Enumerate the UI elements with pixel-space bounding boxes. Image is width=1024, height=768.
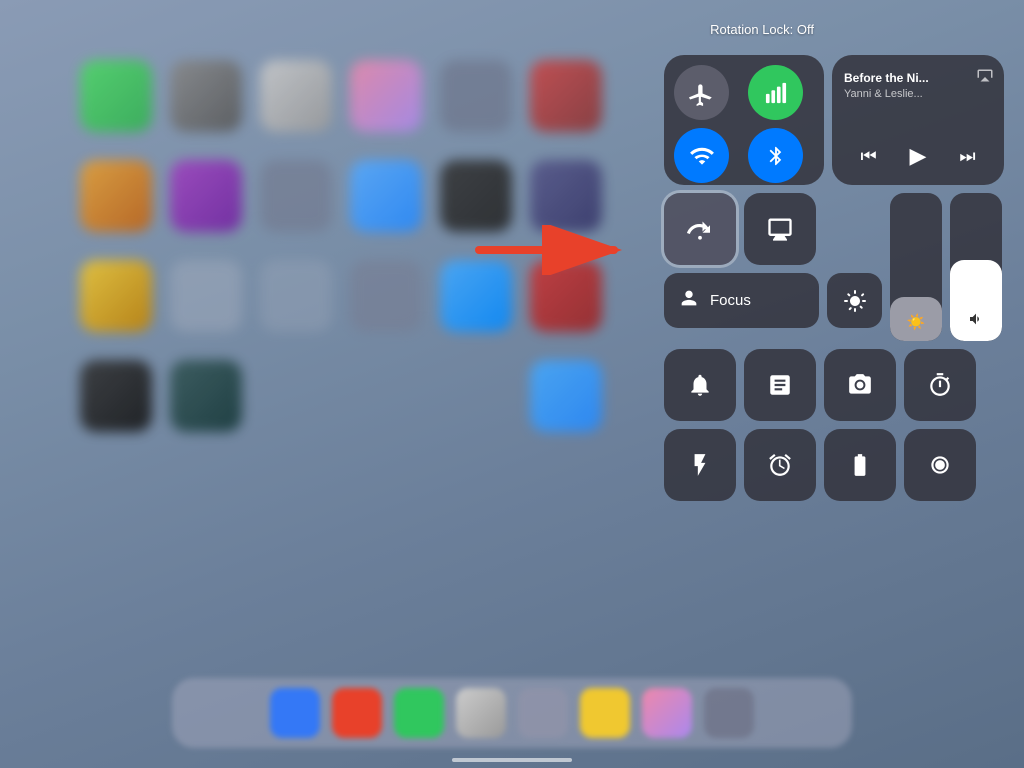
app-icon (260, 160, 332, 232)
flashlight-button[interactable] (664, 429, 736, 501)
next-track-button[interactable]: ⏭ (955, 142, 979, 171)
focus-label: Focus (710, 292, 751, 309)
previous-track-button[interactable]: ⏮ (856, 142, 880, 171)
screen-record-button[interactable] (904, 429, 976, 501)
airplane-mode-button[interactable] (674, 65, 729, 120)
volume-slider[interactable] (950, 193, 1002, 341)
airplay-icon[interactable] (976, 65, 994, 86)
brightness-slider-icon: ☀️ (907, 313, 926, 331)
bluetooth-button[interactable] (748, 128, 803, 183)
dock-icon[interactable] (456, 688, 506, 738)
home-indicator (452, 758, 572, 762)
cc-sliders-group: ☀️ (890, 193, 1002, 341)
focus-button[interactable]: Focus (664, 273, 819, 328)
now-playing-track: Before the Ni... Yanni & Leslie... (844, 71, 992, 101)
timer-button[interactable] (904, 349, 976, 421)
app-grid (80, 60, 644, 668)
cc-row-connectivity-nowplaying: Before the Ni... Yanni & Leslie... ⏮ ▶ ⏭ (664, 55, 1004, 185)
app-icon (80, 360, 152, 432)
rotation-lock-button[interactable] (664, 193, 736, 265)
app-icon (350, 60, 422, 132)
app-icon (260, 260, 332, 332)
app-icon (350, 260, 422, 332)
app-icon (80, 160, 152, 232)
now-playing-artist: Yanni & Leslie... (844, 87, 992, 101)
camera-button[interactable] (824, 349, 896, 421)
app-icon (530, 260, 602, 332)
brightness-slider[interactable]: ☀️ (890, 193, 942, 341)
volume-slider-icon (968, 311, 984, 331)
app-icon (350, 160, 422, 232)
app-icon (80, 260, 152, 332)
app-icon (260, 60, 332, 132)
control-center: Before the Ni... Yanni & Leslie... ⏮ ▶ ⏭ (664, 55, 1004, 501)
notes-button[interactable] (744, 349, 816, 421)
app-icon (170, 260, 242, 332)
app-icon (530, 160, 602, 232)
cc-middle-section: Focus ☀️ (664, 193, 1004, 341)
now-playing-controls: ⏮ ▶ ⏭ (844, 139, 992, 173)
app-icon (170, 360, 242, 432)
rotation-lock-label: Rotation Lock: Off (710, 22, 814, 37)
cc-row-buttons-1 (664, 349, 1004, 421)
cc-row-lock-mirror (664, 193, 882, 265)
screen-mirror-button[interactable] (744, 193, 816, 265)
app-icon (440, 260, 512, 332)
app-icon (440, 160, 512, 232)
connectivity-block[interactable] (664, 55, 824, 185)
app-icon (530, 360, 602, 432)
cc-row-buttons-2 (664, 429, 1004, 501)
app-icon (80, 60, 152, 132)
dock-icon[interactable] (518, 688, 568, 738)
app-icon (170, 160, 242, 232)
dock (172, 678, 852, 748)
mute-button[interactable] (664, 349, 736, 421)
cc-row-focus: Focus (664, 273, 882, 328)
dock-icon[interactable] (580, 688, 630, 738)
play-pause-button[interactable]: ▶ (906, 139, 931, 173)
app-icon (440, 60, 512, 132)
app-icon (530, 60, 602, 132)
dock-icon[interactable] (642, 688, 692, 738)
wifi-button[interactable] (674, 128, 729, 183)
alarm-button[interactable] (744, 429, 816, 501)
dock-icon[interactable] (332, 688, 382, 738)
cc-middle-left: Focus (664, 193, 882, 341)
dock-icon[interactable] (704, 688, 754, 738)
focus-icon (678, 287, 700, 315)
app-icon (170, 60, 242, 132)
dock-icon[interactable] (270, 688, 320, 738)
now-playing-block[interactable]: Before the Ni... Yanni & Leslie... ⏮ ▶ ⏭ (832, 55, 1004, 185)
battery-button[interactable] (824, 429, 896, 501)
dock-icon[interactable] (394, 688, 444, 738)
brightness-button[interactable] (827, 273, 882, 328)
now-playing-title: Before the Ni... (844, 71, 992, 87)
cellular-button[interactable] (748, 65, 803, 120)
